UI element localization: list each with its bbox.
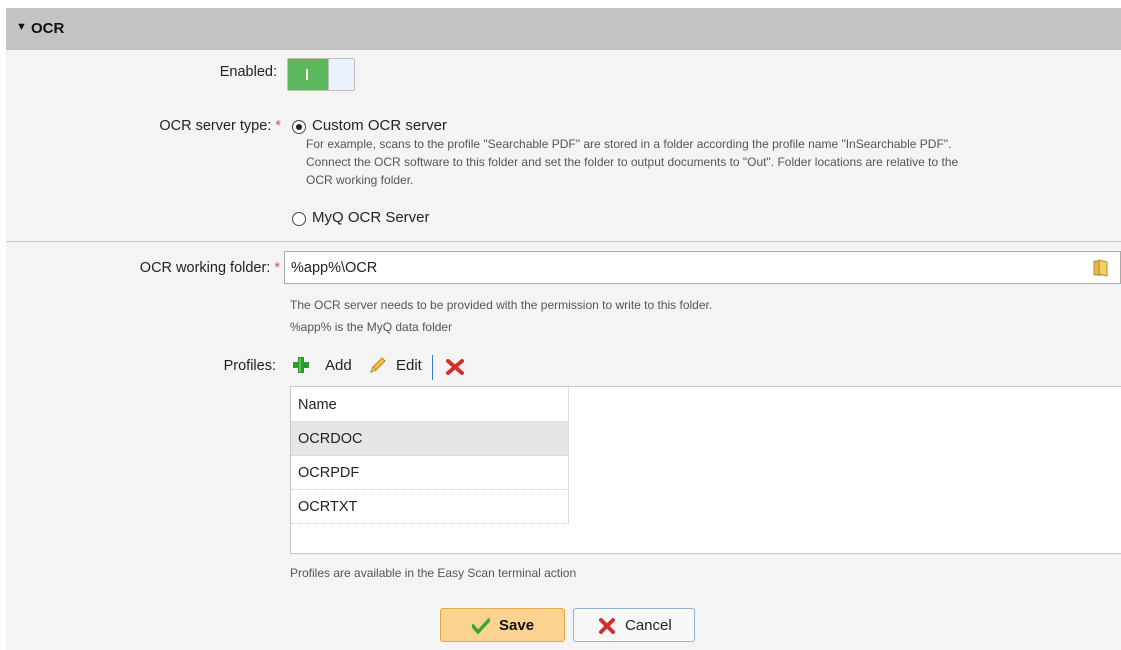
radio-custom-ocr-server[interactable]	[292, 120, 306, 134]
profiles-hint: Profiles are available in the Easy Scan …	[290, 566, 577, 580]
toolbar-separator	[432, 355, 433, 380]
save-button[interactable]: Save	[440, 608, 565, 642]
toggle-on-bar-icon	[306, 69, 308, 80]
add-label: Add	[325, 357, 352, 374]
toggle-on-state	[288, 59, 328, 90]
cancel-x-icon	[599, 618, 615, 634]
profiles-table: Name OCRDOC OCRPDF OCRTXT	[290, 386, 1121, 554]
table-row[interactable]: OCRDOC	[291, 422, 569, 456]
ocr-section-header[interactable]: ▼ OCR	[6, 8, 1121, 50]
section-divider	[6, 241, 1121, 242]
cancel-label: Cancel	[625, 617, 672, 634]
delete-x-icon	[446, 359, 464, 375]
plus-icon	[293, 357, 309, 373]
radio-label-custom-ocr-server[interactable]: Custom OCR server	[312, 117, 447, 134]
delete-profile-button[interactable]	[446, 359, 464, 375]
cancel-button[interactable]: Cancel	[573, 608, 695, 642]
check-icon	[472, 618, 490, 634]
save-label: Save	[499, 617, 535, 634]
radio-label-myq-ocr-server[interactable]: MyQ OCR Server	[312, 209, 430, 226]
working-folder-label: OCR working folder: *	[139, 260, 280, 276]
working-folder-hint: %app% is the MyQ data folder	[290, 320, 453, 334]
column-header-name[interactable]: Name	[291, 387, 569, 422]
description-line: OCR working folder.	[306, 173, 414, 187]
server-type-description: For example, scans to the profile "Searc…	[306, 135, 1106, 189]
triangle-down-icon[interactable]: ▼	[16, 21, 27, 33]
description-line: Connect the OCR software to this folder …	[306, 155, 959, 169]
row-name: OCRDOC	[298, 431, 363, 447]
radio-myq-ocr-server[interactable]	[292, 212, 306, 226]
row-name: OCRPDF	[298, 465, 360, 481]
row-name: OCRTXT	[298, 499, 358, 515]
enabled-toggle[interactable]	[287, 58, 355, 91]
description-line: For example, scans to the profile "Searc…	[306, 137, 952, 151]
working-folder-input[interactable]	[285, 252, 1087, 283]
enabled-label: Enabled:	[219, 64, 277, 80]
server-type-label: OCR server type: *	[159, 118, 281, 134]
required-mark: *	[275, 118, 281, 134]
edit-label: Edit	[396, 357, 422, 374]
working-folder-hint: The OCR server needs to be provided with…	[290, 298, 713, 312]
working-folder-field[interactable]	[284, 251, 1121, 284]
folder-browse-icon[interactable]	[1093, 259, 1109, 277]
required-mark: *	[274, 260, 280, 276]
table-row[interactable]: OCRPDF	[291, 456, 569, 490]
section-title: OCR	[31, 20, 65, 37]
table-row[interactable]: OCRTXT	[291, 490, 569, 524]
pencil-icon	[370, 357, 386, 373]
profiles-label: Profiles:	[223, 358, 276, 374]
toggle-knob[interactable]	[328, 59, 354, 90]
